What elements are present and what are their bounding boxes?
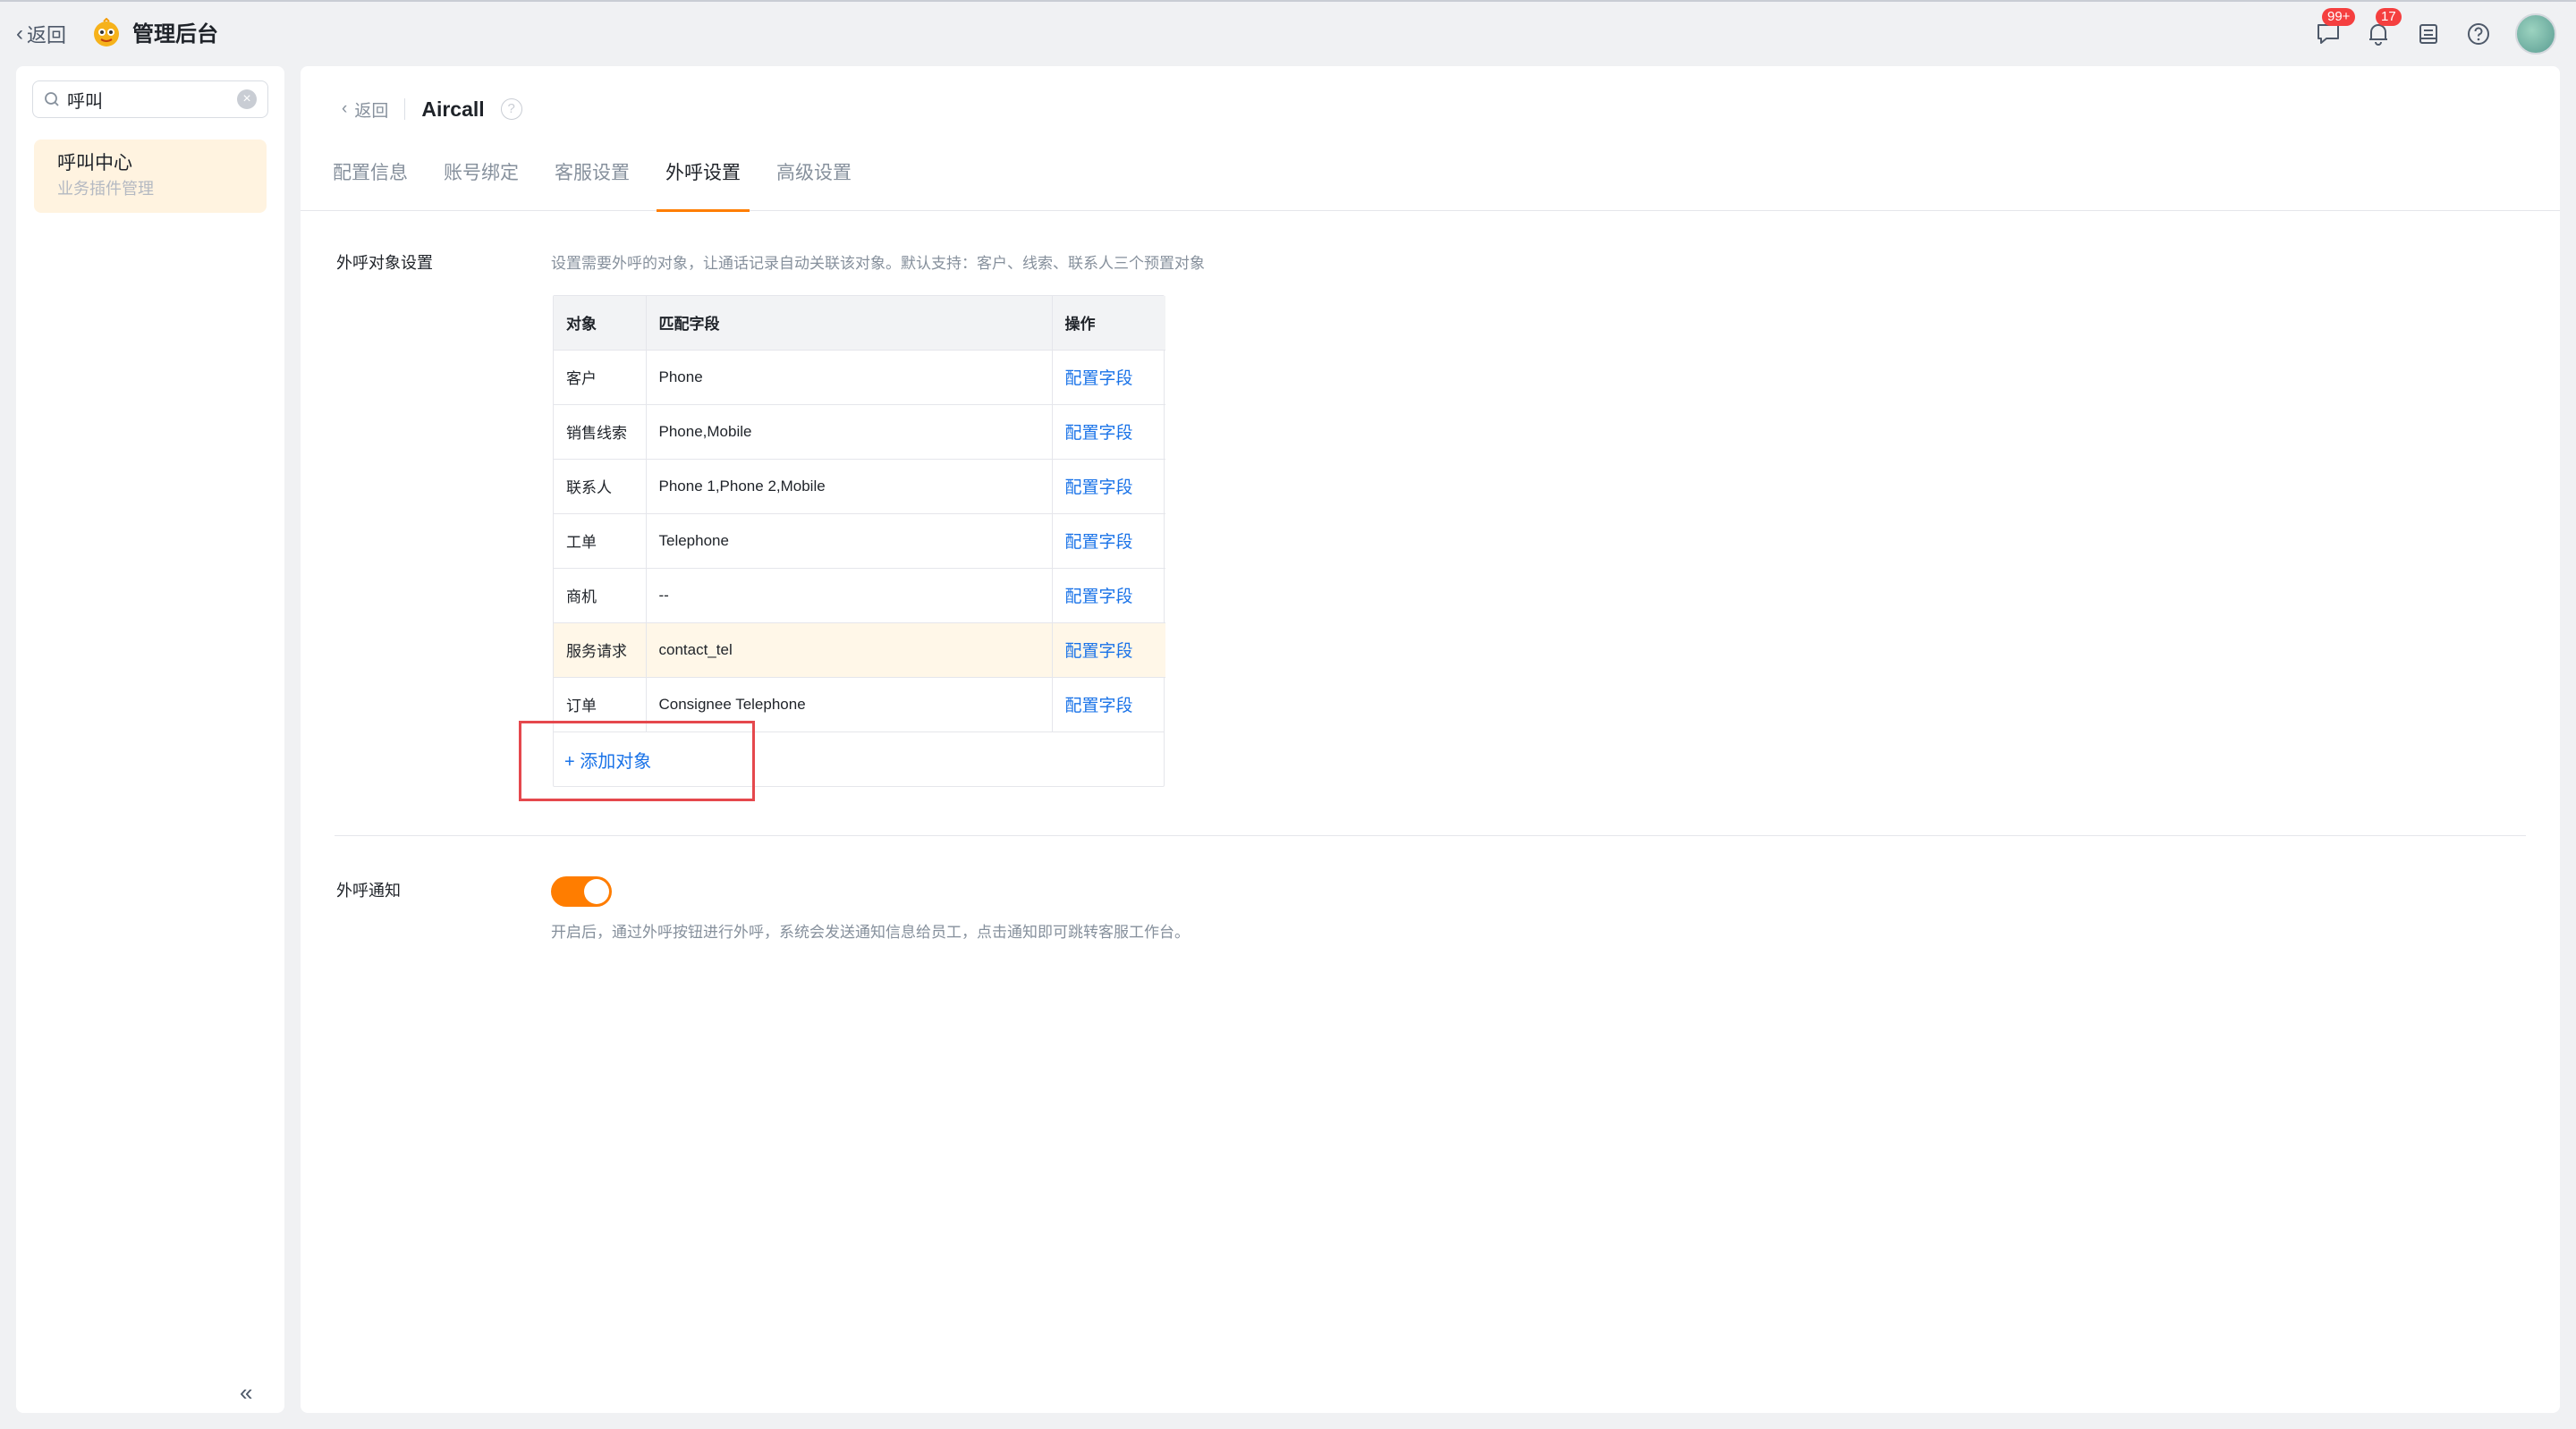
- configure-field-link[interactable]: 配置字段: [1065, 642, 1133, 661]
- title-help-icon[interactable]: ?: [500, 98, 522, 120]
- toggle-knob: [584, 879, 609, 904]
- field-cell: contact_tel: [646, 621, 1053, 677]
- search-input[interactable]: [67, 89, 228, 110]
- object-cell: 服务请求: [554, 621, 647, 677]
- table-row: 工单 Telephone 配置字段: [554, 512, 1165, 568]
- tab-service-settings[interactable]: 客服设置: [546, 147, 639, 211]
- chevron-left-icon: ‹: [342, 99, 348, 118]
- help-icon: [2468, 23, 2489, 45]
- app-title: 管理后台: [132, 22, 218, 47]
- add-object-button[interactable]: + 添加对象: [564, 747, 651, 773]
- app-logo-icon: [94, 18, 119, 47]
- tab-account-binding[interactable]: 账号绑定: [435, 147, 528, 211]
- chevron-left-icon: ‹: [16, 21, 23, 46]
- header-divider: [404, 98, 406, 120]
- notifications-button[interactable]: 17: [2365, 8, 2402, 47]
- configure-field-link[interactable]: 配置字段: [1065, 478, 1133, 497]
- page-back-button[interactable]: ‹ 返回: [342, 97, 388, 122]
- back-label: 返回: [27, 24, 67, 47]
- document-icon: [2419, 24, 2437, 44]
- search-box[interactable]: ×: [32, 80, 268, 118]
- search-icon: [45, 92, 59, 106]
- user-avatar[interactable]: [2515, 13, 2556, 55]
- object-cell: 联系人: [554, 458, 647, 513]
- outbound-objects-label: 外呼对象设置: [336, 254, 433, 272]
- object-cell: 订单: [554, 676, 647, 731]
- tab-bar: 配置信息 账号绑定 客服设置 外呼设置 高级设置: [301, 147, 2560, 212]
- page-title: Aircall: [421, 97, 485, 121]
- outbound-notify-description: 开启后，通过外呼按钮进行外呼，系统会发送通知信息给员工，点击通知即可跳转客服工作…: [551, 924, 1190, 941]
- sidebar: × 呼叫中心 业务插件管理 «: [16, 66, 284, 1413]
- page-header: ‹ 返回 Aircall ?: [342, 91, 522, 127]
- sidebar-item-title: 呼叫中心: [57, 153, 132, 173]
- table-row: 销售线索 Phone,Mobile 配置字段: [554, 403, 1165, 459]
- table-row: 服务请求 contact_tel 配置字段: [554, 621, 1165, 677]
- configure-field-link[interactable]: 配置字段: [1065, 369, 1133, 388]
- field-cell: Phone,Mobile: [646, 403, 1053, 459]
- column-header-action: 操作: [1052, 296, 1165, 350]
- field-cell: Consignee Telephone: [646, 676, 1053, 731]
- sidebar-item-call-center[interactable]: 呼叫中心 业务插件管理: [34, 140, 267, 213]
- outbound-notify-toggle[interactable]: [551, 876, 612, 907]
- top-bar: ‹ 返回 管理后台 99+ 17: [0, 0, 2576, 64]
- configure-field-link[interactable]: 配置字段: [1065, 424, 1133, 443]
- configure-field-link[interactable]: 配置字段: [1065, 697, 1133, 715]
- configure-field-link[interactable]: 配置字段: [1065, 533, 1133, 552]
- tab-outbound-settings[interactable]: 外呼设置: [657, 147, 750, 212]
- object-cell: 客户: [554, 349, 647, 404]
- notifications-badge: 17: [2376, 8, 2402, 26]
- page-back-label: 返回: [354, 101, 389, 121]
- field-cell: --: [646, 567, 1053, 622]
- table-header-row: 对象 匹配字段 操作: [554, 296, 1165, 350]
- tab-config-info[interactable]: 配置信息: [324, 147, 417, 211]
- field-cell: Telephone: [646, 512, 1053, 568]
- object-cell: 工单: [554, 512, 647, 568]
- tab-advanced-settings[interactable]: 高级设置: [767, 147, 860, 211]
- messages-button[interactable]: 99+: [2315, 8, 2356, 47]
- back-button[interactable]: ‹ 返回: [16, 20, 66, 48]
- object-cell: 商机: [554, 567, 647, 622]
- messages-badge: 99+: [2322, 8, 2356, 26]
- outbound-objects-description: 设置需要外呼的对象，让通话记录自动关联该对象。默认支持：客户、线索、联系人三个预…: [551, 255, 1205, 272]
- clear-search-icon[interactable]: ×: [237, 89, 257, 109]
- column-header-field: 匹配字段: [646, 296, 1053, 350]
- section-divider: [335, 835, 2526, 836]
- help-button[interactable]: [2465, 21, 2492, 47]
- collapse-sidebar-icon[interactable]: «: [240, 1379, 252, 1407]
- table-row: 联系人 Phone 1,Phone 2,Mobile 配置字段: [554, 458, 1165, 513]
- column-header-object: 对象: [554, 296, 647, 350]
- field-cell: Phone 1,Phone 2,Mobile: [646, 458, 1053, 513]
- configure-field-link[interactable]: 配置字段: [1065, 588, 1133, 606]
- sidebar-item-subtitle: 业务插件管理: [57, 180, 154, 198]
- main-panel: ‹ 返回 Aircall ? 配置信息 账号绑定 客服设置 外呼设置 高级设置 …: [301, 66, 2560, 1413]
- table-row: 商机 -- 配置字段: [554, 567, 1165, 622]
- tasks-button[interactable]: [2415, 21, 2442, 47]
- field-cell: Phone: [646, 349, 1053, 404]
- object-cell: 销售线索: [554, 403, 647, 459]
- add-object-row: + 添加对象: [554, 731, 1164, 786]
- outbound-objects-table: 对象 匹配字段 操作 客户 Phone 配置字段 销售线索 Phone,Mobi…: [553, 295, 1165, 787]
- outbound-notify-label: 外呼通知: [336, 882, 401, 900]
- table-row: 客户 Phone 配置字段: [554, 349, 1165, 404]
- table-row: 订单 Consignee Telephone 配置字段: [554, 676, 1165, 731]
